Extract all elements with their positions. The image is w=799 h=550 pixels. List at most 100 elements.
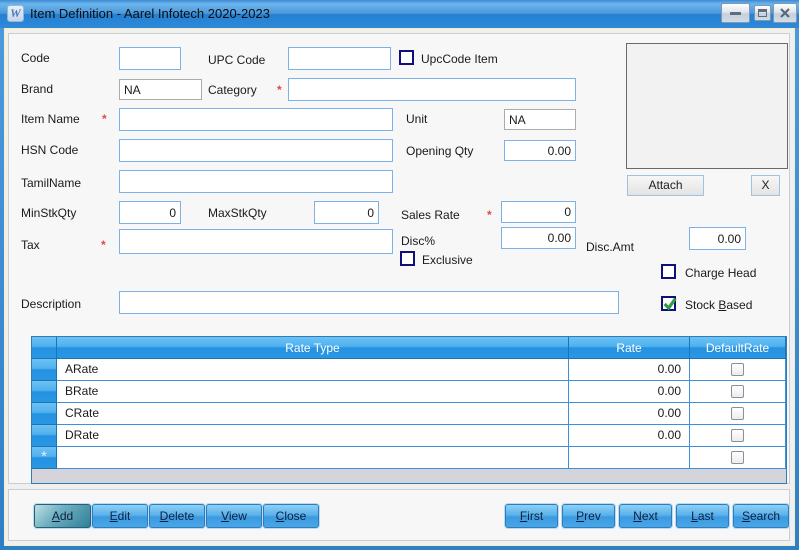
disc-pct-input[interactable] [501, 227, 576, 249]
rate-cell[interactable]: 0.00 [569, 403, 690, 425]
rate-grid: Rate Type Rate DefaultRate ARate 0.00 BR… [31, 336, 787, 484]
column-header-rate-type[interactable]: Rate Type [57, 337, 569, 359]
first-button[interactable]: First [505, 504, 558, 528]
close-button[interactable] [773, 3, 797, 23]
sales-rate-required-asterisk: * [487, 208, 492, 222]
hsn-code-label: HSN Code [21, 143, 79, 157]
tax-input[interactable] [119, 229, 393, 254]
default-rate-checkbox[interactable] [731, 385, 744, 398]
rate-type-cell[interactable] [57, 447, 569, 469]
upc-code-label: UPC Code [208, 53, 266, 67]
min-stk-qty-input[interactable] [119, 201, 181, 224]
sales-rate-input[interactable] [501, 201, 576, 223]
default-rate-checkbox[interactable] [731, 407, 744, 420]
rate-type-cell[interactable]: ARate [57, 359, 569, 381]
rate-type-cell[interactable]: CRate [57, 403, 569, 425]
stock-based-checkbox[interactable] [661, 296, 677, 311]
row-selector[interactable] [32, 381, 57, 403]
exclusive-checkbox[interactable] [400, 251, 415, 266]
description-label: Description [21, 297, 82, 311]
grid-corner-cell[interactable] [32, 337, 57, 359]
rate-type-cell[interactable]: DRate [57, 425, 569, 447]
actions-panel: Add Edit Delete View Close First Prev Ne… [8, 489, 790, 541]
maximize-button[interactable] [754, 5, 771, 21]
hsn-code-input[interactable] [119, 139, 393, 162]
unit-input[interactable] [504, 109, 576, 130]
rate-cell[interactable]: 0.00 [569, 425, 690, 447]
grid-empty-area [32, 469, 786, 483]
default-rate-checkbox[interactable] [731, 363, 744, 376]
min-stk-qty-label: MinStkQty [21, 206, 77, 220]
rate-type-cell[interactable]: BRate [57, 381, 569, 403]
default-rate-checkbox[interactable] [731, 451, 744, 464]
table-row: DRate 0.00 [32, 425, 786, 447]
grid-header-row: Rate Type Rate DefaultRate [32, 337, 786, 359]
item-image-box [626, 43, 788, 169]
column-header-rate[interactable]: Rate [569, 337, 690, 359]
minimize-icon [730, 11, 741, 15]
window-title: Item Definition - Aarel Infotech 2020-20… [30, 6, 270, 21]
item-definition-window: W Item Definition - Aarel Infotech 2020-… [0, 0, 799, 550]
rate-cell[interactable]: 0.00 [569, 359, 690, 381]
maximize-icon [758, 9, 767, 17]
disc-amt-label: Disc.Amt [586, 240, 634, 254]
column-header-default-rate[interactable]: DefaultRate [690, 337, 786, 359]
last-button[interactable]: Last [676, 504, 729, 528]
description-input[interactable] [119, 291, 619, 314]
search-button[interactable]: Search [733, 504, 789, 528]
upccode-item-checkbox[interactable] [399, 50, 414, 65]
unit-label: Unit [406, 112, 428, 126]
charge-head-label: Charge Head [685, 266, 757, 280]
category-required-asterisk: * [277, 83, 282, 97]
code-label: Code [21, 51, 50, 65]
table-row: BRate 0.00 [32, 381, 786, 403]
opening-qty-input[interactable] [504, 140, 576, 161]
disc-pct-label: Disc% [401, 234, 436, 248]
clear-image-button[interactable]: X [751, 175, 780, 196]
category-input[interactable] [288, 78, 576, 101]
upc-code-input[interactable] [288, 47, 391, 70]
default-rate-checkbox[interactable] [731, 429, 744, 442]
max-stk-qty-input[interactable] [314, 201, 379, 224]
item-name-label: Item Name [21, 112, 80, 126]
opening-qty-label: Opening Qty [406, 144, 474, 158]
view-button[interactable]: View [206, 504, 262, 528]
edit-button[interactable]: Edit [92, 504, 148, 528]
charge-head-checkbox[interactable] [661, 264, 676, 279]
minimize-button[interactable] [721, 3, 750, 23]
close-icon [780, 8, 790, 18]
attach-button[interactable]: Attach [627, 175, 704, 196]
category-label: Category [208, 83, 257, 97]
title-bar[interactable]: W Item Definition - Aarel Infotech 2020-… [0, 0, 799, 28]
tax-label: Tax [21, 238, 40, 252]
form-client-area: Code UPC Code UpcCode Item Brand Categor… [4, 28, 795, 546]
rate-cell[interactable] [569, 447, 690, 469]
brand-input[interactable] [119, 79, 202, 100]
delete-button[interactable]: Delete [149, 504, 205, 528]
item-name-required-asterisk: * [102, 112, 107, 126]
sales-rate-label: Sales Rate [401, 208, 460, 222]
row-selector[interactable] [32, 425, 57, 447]
stock-based-label: Stock Based [685, 298, 753, 312]
prev-button[interactable]: Prev [562, 504, 615, 528]
tamil-name-label: TamilName [21, 176, 82, 190]
item-name-input[interactable] [119, 108, 393, 131]
next-button[interactable]: Next [619, 504, 672, 528]
upccode-item-label: UpcCode Item [421, 52, 498, 66]
fields-panel: Code UPC Code UpcCode Item Brand Categor… [8, 33, 790, 484]
new-row-selector[interactable]: * [32, 447, 57, 469]
add-button[interactable]: Add [34, 504, 91, 528]
rate-cell[interactable]: 0.00 [569, 381, 690, 403]
code-input[interactable] [119, 47, 181, 70]
disc-amt-input[interactable] [689, 227, 746, 250]
new-table-row: * [32, 447, 786, 469]
brand-label: Brand [21, 82, 54, 96]
tamil-name-input[interactable] [119, 170, 393, 193]
table-row: CRate 0.00 [32, 403, 786, 425]
row-selector[interactable] [32, 403, 57, 425]
row-selector[interactable] [32, 359, 57, 381]
table-row: ARate 0.00 [32, 359, 786, 381]
close-record-button[interactable]: Close [263, 504, 319, 528]
app-icon: W [7, 5, 24, 22]
max-stk-qty-label: MaxStkQty [208, 206, 267, 220]
